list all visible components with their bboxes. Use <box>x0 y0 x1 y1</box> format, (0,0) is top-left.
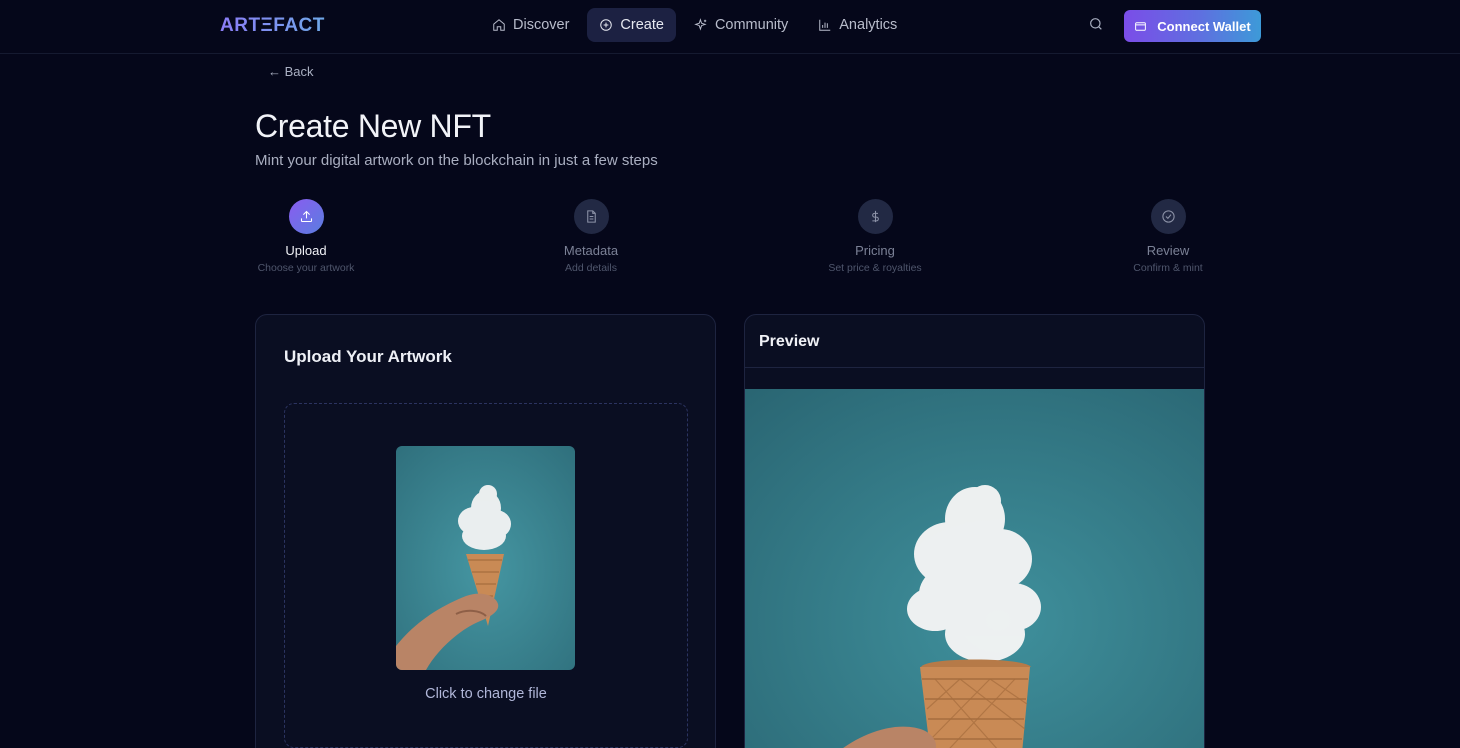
artwork-image <box>396 446 575 670</box>
step-circle <box>1150 199 1186 234</box>
main-nav: Discover Create Community Analytics <box>480 8 909 44</box>
preview-artwork-image <box>745 389 1204 748</box>
top-navigation-bar: ARTΞFACT Discover Create Community Analy… <box>0 0 1460 54</box>
nav-item-community[interactable]: Community <box>682 8 800 42</box>
change-file-text[interactable]: Click to change file <box>285 686 687 702</box>
page-title: Create New NFT <box>255 108 491 144</box>
upload-icon <box>300 210 312 223</box>
bar-chart-icon <box>819 19 831 31</box>
preview-artwork <box>745 389 1204 748</box>
app-logo[interactable]: ARTΞFACT <box>220 15 325 37</box>
divider <box>745 367 1204 368</box>
wallet-icon <box>1135 21 1147 31</box>
step-sublabel: Choose your artwork <box>257 262 355 274</box>
connect-wallet-label: Connect Wallet <box>1157 18 1251 34</box>
back-link[interactable]: ← Back <box>268 64 314 79</box>
step-sublabel: Set price & royalties <box>828 262 922 274</box>
step-label: Pricing <box>855 243 895 258</box>
step-label: Upload <box>285 243 327 258</box>
connect-wallet-button[interactable]: Connect Wallet <box>1124 10 1261 42</box>
nav-item-label: Create <box>620 17 664 33</box>
plus-circle-icon <box>600 19 613 31</box>
nav-item-label: Analytics <box>839 17 898 33</box>
nav-item-label: Community <box>714 17 789 33</box>
step-label: Metadata <box>563 243 619 258</box>
sparkle-icon <box>694 18 707 31</box>
search-icon <box>1090 18 1102 30</box>
step-circle <box>288 199 324 234</box>
step-review[interactable]: Review Confirm & mint <box>1088 199 1248 274</box>
step-circle <box>857 199 893 234</box>
nav-item-analytics[interactable]: Analytics <box>806 8 909 42</box>
step-metadata[interactable]: Metadata Add details <box>511 199 671 274</box>
dollar-icon <box>871 210 879 223</box>
check-circle-icon <box>1161 210 1175 223</box>
step-sublabel: Confirm & mint <box>1133 262 1203 274</box>
home-icon <box>493 19 505 31</box>
document-icon <box>586 210 596 223</box>
preview-card: Preview <box>744 314 1205 748</box>
nav-item-label: Discover <box>513 17 570 33</box>
upload-card: Upload Your Artwork Click to change file <box>255 314 716 748</box>
artwork-thumbnail[interactable] <box>396 446 575 670</box>
step-upload[interactable]: Upload Choose your artwork <box>226 199 386 274</box>
upload-card-title: Upload Your Artwork <box>284 347 452 366</box>
preview-card-title: Preview <box>759 333 820 350</box>
nav-item-create[interactable]: Create <box>587 8 676 42</box>
step-label: Review <box>1146 243 1190 258</box>
step-sublabel: Add details <box>565 262 617 274</box>
step-circle <box>573 199 609 234</box>
file-dropzone[interactable]: Click to change file <box>284 403 688 748</box>
page-subtitle: Mint your digital artwork on the blockch… <box>255 152 658 169</box>
search-button[interactable] <box>1088 16 1108 36</box>
step-pricing[interactable]: Pricing Set price & royalties <box>795 199 955 274</box>
nav-item-discover[interactable]: Discover <box>480 8 581 42</box>
